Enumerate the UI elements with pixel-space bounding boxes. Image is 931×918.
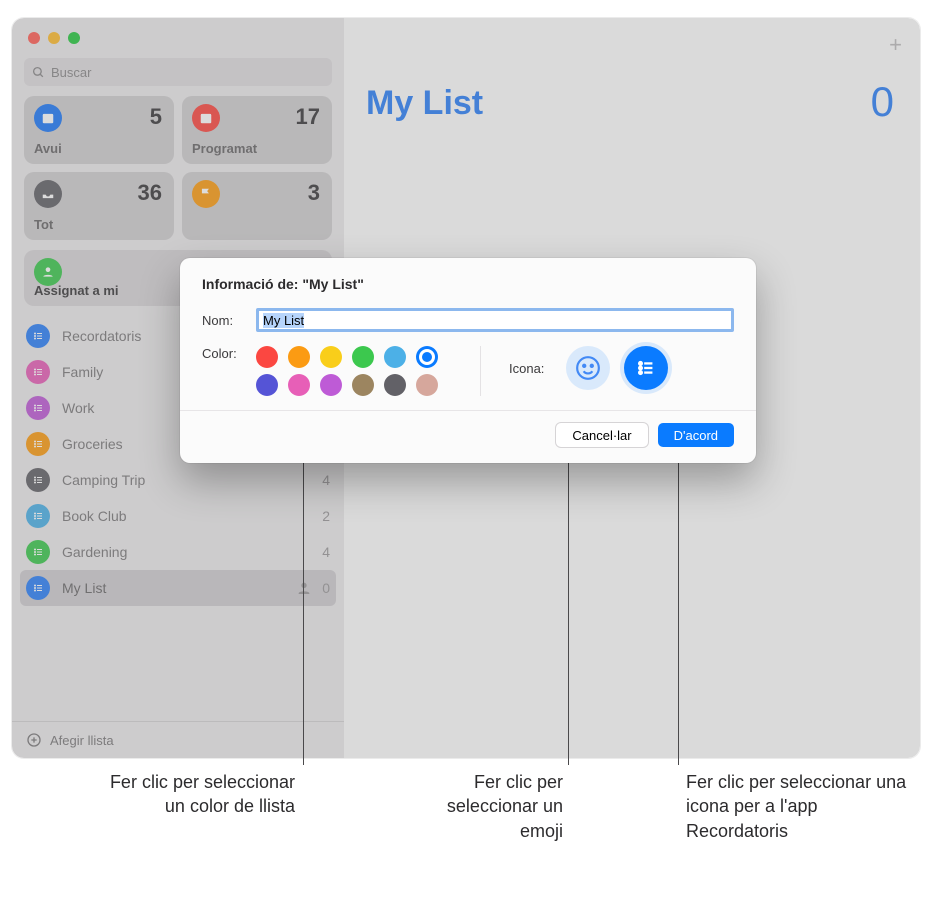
window-controls bbox=[12, 18, 344, 44]
add-list-label: Afegir llista bbox=[50, 733, 114, 748]
color-swatch[interactable] bbox=[384, 374, 406, 396]
ok-button[interactable]: D'acord bbox=[658, 423, 734, 447]
list-count: 0 bbox=[871, 78, 894, 126]
sidebar-list-gardening[interactable]: Gardening 4 bbox=[12, 534, 344, 570]
cancel-button[interactable]: Cancel·lar bbox=[556, 423, 647, 447]
assigned-label: Assignat a mi bbox=[34, 283, 119, 298]
home-icon bbox=[26, 360, 50, 384]
color-swatch[interactable] bbox=[352, 346, 374, 368]
icon-picker-button[interactable] bbox=[624, 346, 668, 390]
list-title: My List bbox=[366, 84, 483, 123]
pill-all-label: Tot bbox=[34, 217, 53, 232]
list-item-count: 4 bbox=[322, 544, 330, 560]
color-label: Color: bbox=[202, 346, 256, 361]
list-item-label: Camping Trip bbox=[62, 472, 322, 488]
pill-today-label: Avui bbox=[34, 141, 62, 156]
color-swatch[interactable] bbox=[256, 374, 278, 396]
list-info-dialog: Informació de: "My List" Nom: Color: Ico… bbox=[180, 258, 756, 463]
dialog-title: Informació de: "My List" bbox=[202, 276, 734, 292]
list-item-count: 0 bbox=[322, 580, 330, 596]
color-swatches bbox=[256, 346, 442, 396]
pill-flagged[interactable]: 3 bbox=[182, 172, 332, 240]
list-name-input[interactable] bbox=[256, 308, 734, 332]
search-input[interactable]: Buscar bbox=[24, 58, 332, 86]
divider bbox=[180, 410, 756, 411]
briefcase-icon bbox=[26, 396, 50, 420]
bookmark-icon bbox=[26, 504, 50, 528]
sidebar-list-my-list[interactable]: My List 0 bbox=[20, 570, 336, 606]
pill-scheduled-label: Programat bbox=[192, 141, 257, 156]
calendar-icon bbox=[34, 104, 62, 132]
divider bbox=[480, 346, 481, 396]
list-icon bbox=[635, 357, 657, 379]
plus-circle-icon bbox=[26, 732, 42, 748]
list-item-count: 2 bbox=[322, 508, 330, 524]
color-swatch[interactable] bbox=[320, 346, 342, 368]
pill-all[interactable]: 36 Tot bbox=[24, 172, 174, 240]
callout-emoji: Fer clic per seleccionar un emoji bbox=[408, 770, 563, 843]
color-swatch[interactable] bbox=[384, 346, 406, 368]
icon-label: Icona: bbox=[509, 361, 544, 376]
search-placeholder: Buscar bbox=[51, 65, 91, 80]
minimize-window-icon[interactable] bbox=[48, 32, 60, 44]
add-reminder-button[interactable]: + bbox=[889, 32, 902, 58]
sidebar-list-book-club[interactable]: Book Club 2 bbox=[12, 498, 344, 534]
pill-scheduled[interactable]: 17 Programat bbox=[182, 96, 332, 164]
color-swatch[interactable] bbox=[416, 374, 438, 396]
color-swatch[interactable] bbox=[416, 346, 438, 368]
callout-color: Fer clic per seleccionar un color de lli… bbox=[90, 770, 295, 819]
name-label: Nom: bbox=[202, 313, 256, 328]
list-icon bbox=[26, 576, 50, 600]
smart-lists: 5 Avui 17 Programat 36 Tot 3 bbox=[12, 96, 344, 240]
flag-icon bbox=[192, 180, 220, 208]
color-swatch[interactable] bbox=[352, 374, 374, 396]
person-icon bbox=[296, 580, 312, 596]
add-list-button[interactable]: Afegir llista bbox=[12, 721, 344, 758]
pill-scheduled-count: 17 bbox=[296, 104, 320, 130]
list-icon bbox=[26, 324, 50, 348]
smile-icon bbox=[575, 355, 601, 381]
callout-icon: Fer clic per seleccionar una icona per a… bbox=[686, 770, 911, 843]
tent-icon bbox=[26, 468, 50, 492]
pill-all-count: 36 bbox=[138, 180, 162, 206]
list-item-label: Book Club bbox=[62, 508, 322, 524]
color-swatch[interactable] bbox=[256, 346, 278, 368]
color-swatch[interactable] bbox=[288, 374, 310, 396]
fullscreen-window-icon[interactable] bbox=[68, 32, 80, 44]
pill-today-count: 5 bbox=[150, 104, 162, 130]
color-swatch[interactable] bbox=[320, 374, 342, 396]
list-item-count: 4 bbox=[322, 472, 330, 488]
list-item-label: Gardening bbox=[62, 544, 322, 560]
leaf-icon bbox=[26, 540, 50, 564]
sidebar-list-camping-trip[interactable]: Camping Trip 4 bbox=[12, 462, 344, 498]
cart-icon bbox=[26, 432, 50, 456]
callout-line bbox=[303, 418, 304, 765]
search-icon bbox=[32, 66, 45, 79]
close-window-icon[interactable] bbox=[28, 32, 40, 44]
emoji-picker-button[interactable] bbox=[566, 346, 610, 390]
list-item-label: My List bbox=[62, 580, 296, 596]
tray-icon bbox=[34, 180, 62, 208]
pill-flagged-count: 3 bbox=[308, 180, 320, 206]
color-swatch[interactable] bbox=[288, 346, 310, 368]
person-icon bbox=[34, 258, 62, 286]
calendar-icon bbox=[192, 104, 220, 132]
pill-today[interactable]: 5 Avui bbox=[24, 96, 174, 164]
